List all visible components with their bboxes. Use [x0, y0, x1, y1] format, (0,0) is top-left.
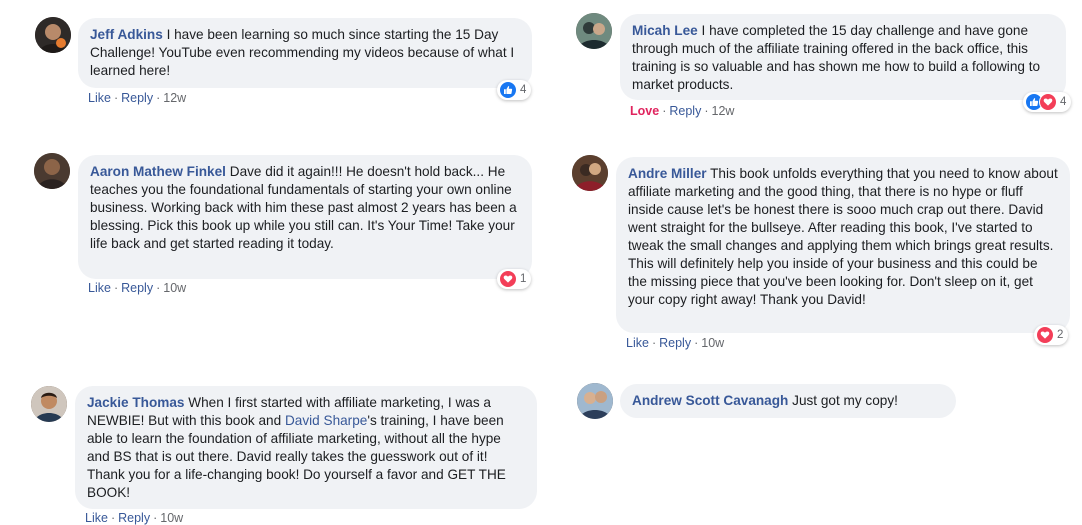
mention-link[interactable]: David Sharpe [285, 413, 367, 428]
separator: · [113, 281, 119, 295]
separator: · [651, 336, 657, 350]
separator: · [156, 91, 161, 105]
like-button[interactable]: Like [88, 91, 111, 105]
avatar[interactable] [576, 13, 612, 49]
reply-button[interactable]: Reply [659, 336, 691, 350]
comment-bubble: Aaron Mathew Finkel Dave did it again!!!… [78, 155, 532, 279]
comment-actions: Like · Reply · 12w [88, 91, 186, 105]
reaction-summary[interactable]: 2 [1034, 325, 1069, 345]
timestamp[interactable]: 10w [701, 336, 724, 350]
separator: · [662, 104, 667, 118]
comment-actions: Love · Reply · 12w [630, 104, 734, 118]
like-button[interactable]: Like [88, 281, 111, 295]
reaction-summary[interactable]: 4 [1023, 92, 1072, 112]
timestamp[interactable]: 10w [163, 281, 186, 295]
comment-bubble: Micah Lee I have completed the 15 day ch… [620, 14, 1066, 100]
avatar[interactable] [577, 383, 613, 419]
comment-text: When I first started with affiliate mark… [87, 395, 506, 500]
commenter-name[interactable]: Jackie Thomas [87, 395, 184, 410]
heart-icon [499, 270, 517, 288]
like-icon [499, 81, 517, 99]
reply-button[interactable]: Reply [669, 104, 701, 118]
separator: · [156, 281, 161, 295]
reaction-count: 4 [1060, 96, 1067, 108]
like-button[interactable]: Like [85, 511, 108, 525]
reaction-count: 4 [520, 84, 527, 96]
commenter-name[interactable]: Andrew Scott Cavanagh [632, 393, 788, 408]
comment-bubble: Andrew Scott Cavanagh Just got my copy! [620, 384, 956, 418]
reaction-count: 2 [1057, 329, 1064, 341]
comment-text: Just got my copy! [792, 393, 898, 408]
separator: · [704, 104, 709, 118]
avatar[interactable] [572, 155, 608, 191]
love-button[interactable]: Love [630, 104, 659, 118]
comment-text: This book unfolds everything that you ne… [628, 166, 1058, 307]
reaction-summary[interactable]: 4 [497, 80, 532, 100]
commenter-name[interactable]: Aaron Mathew Finkel [90, 164, 226, 179]
heart-icon [1036, 326, 1054, 344]
commenter-name[interactable]: Micah Lee [632, 23, 698, 38]
commenter-name[interactable]: Andre Miller [628, 166, 707, 181]
like-button[interactable]: Like [626, 336, 649, 350]
comment-actions: Like · Reply · 10w [85, 511, 183, 525]
avatar[interactable] [35, 17, 71, 53]
comment-actions: Like · Reply · 10w [626, 336, 724, 350]
separator: · [110, 511, 116, 525]
separator: · [694, 336, 699, 350]
avatar[interactable] [31, 386, 67, 422]
reply-button[interactable]: Reply [121, 281, 153, 295]
timestamp[interactable]: 12w [163, 91, 186, 105]
commenter-name[interactable]: Jeff Adkins [90, 27, 163, 42]
separator: · [113, 91, 119, 105]
reaction-count: 1 [520, 273, 527, 285]
reply-button[interactable]: Reply [118, 511, 150, 525]
timestamp[interactable]: 12w [712, 104, 735, 118]
comment-actions: Like · Reply · 10w [88, 281, 186, 295]
separator: · [153, 511, 158, 525]
heart-icon [1039, 93, 1057, 111]
timestamp[interactable]: 10w [160, 511, 183, 525]
comment-bubble: Jeff Adkins I have been learning so much… [78, 18, 532, 88]
comment-bubble: Jackie Thomas When I first started with … [75, 386, 537, 509]
comment-bubble: Andre Miller This book unfolds everythin… [616, 157, 1070, 333]
avatar[interactable] [34, 153, 70, 189]
reaction-summary[interactable]: 1 [497, 269, 532, 289]
reply-button[interactable]: Reply [121, 91, 153, 105]
